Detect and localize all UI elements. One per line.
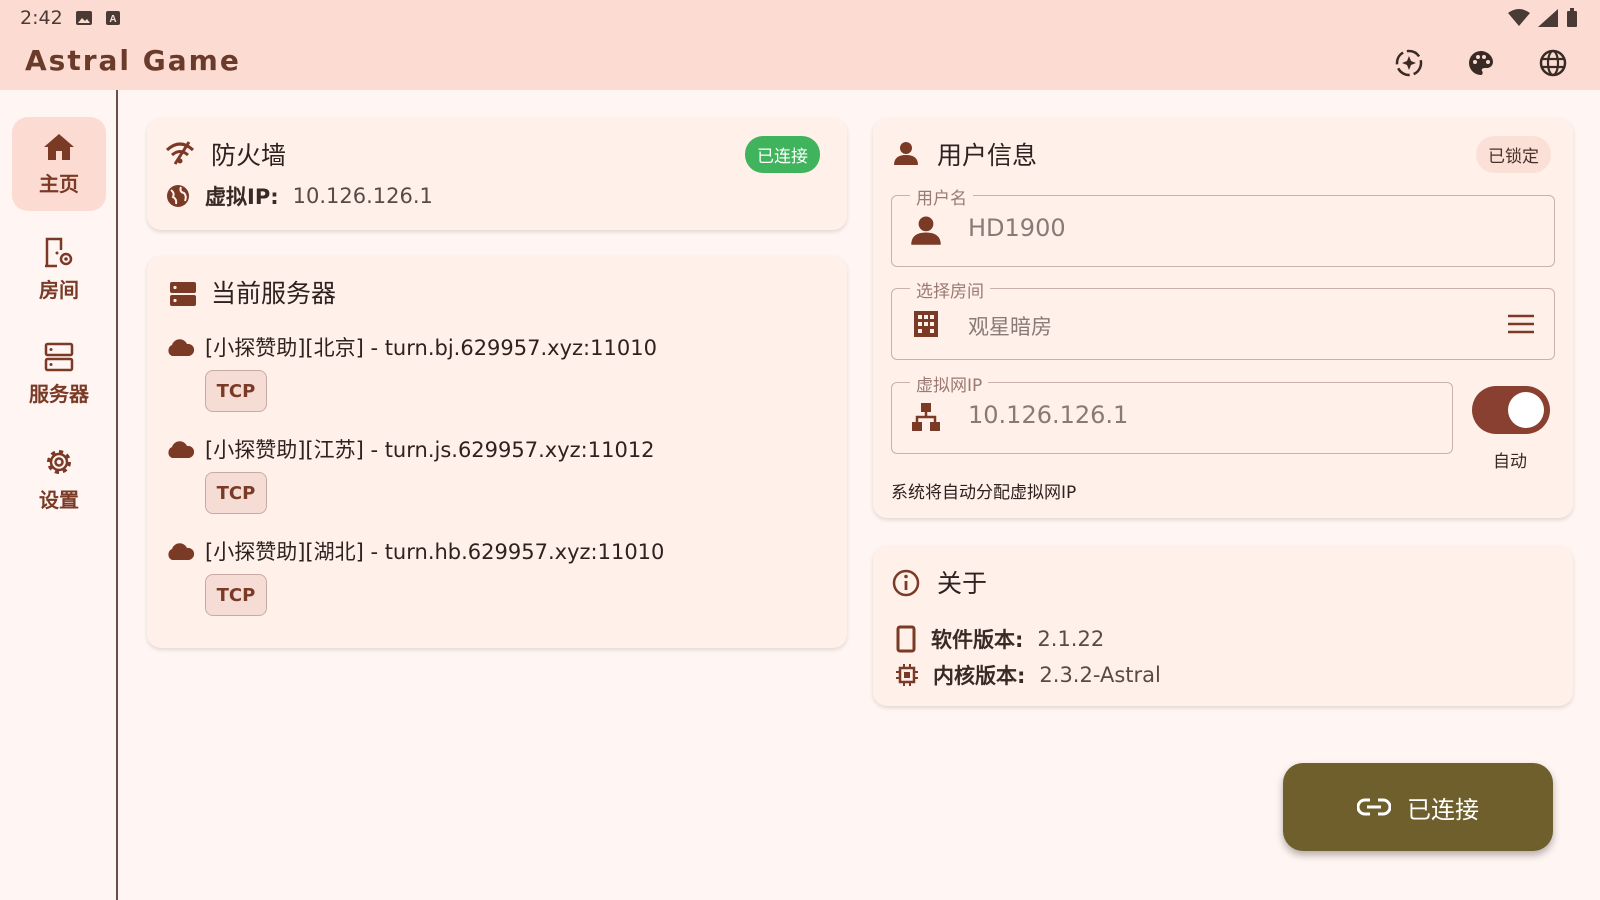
nav-label-settings: 设置: [39, 487, 79, 512]
status-time: 2:42: [20, 7, 63, 29]
magic-icon[interactable]: [1392, 46, 1426, 80]
current-servers-card: 当前服务器 [小探赞助][北京] - turn.bj.629957.xyz:11…: [147, 256, 847, 648]
software-version-row: 软件版本: 2.1.22: [895, 624, 1104, 654]
core-version-row: 内核版本: 2.3.2-Astral: [895, 660, 1161, 690]
auto-ip-hint: 系统将自动分配虚拟网IP: [891, 483, 1077, 503]
battery-icon: [1567, 8, 1577, 27]
cloud-icon: [168, 339, 195, 356]
nav-label-room: 房间: [39, 277, 79, 302]
server-name: [小探赞助][北京] - turn.bj.629957.xyz:11010: [205, 336, 657, 360]
palette-icon[interactable]: [1464, 46, 1498, 80]
phone-icon: [896, 625, 916, 653]
status-bar: 2:42 A: [20, 6, 121, 30]
status-indicators: [1508, 8, 1578, 28]
room-settings-icon: [45, 237, 73, 267]
navigation-rail: 主页 房间 服务器 设置: [0, 90, 118, 900]
virtual-ip-field-value: 10.126.126.1: [968, 401, 1129, 429]
virtual-ip-label: 虚拟IP:: [205, 185, 279, 209]
link-icon: [1357, 798, 1391, 816]
home-icon: [44, 133, 74, 160]
protocol-chip[interactable]: TCP: [205, 574, 267, 616]
nav-label-home: 主页: [39, 171, 79, 196]
server-item: [小探赞助][北京] - turn.bj.629957.xyz:11010: [165, 332, 657, 362]
room-value: 观星暗房: [968, 315, 1052, 339]
cloud-icon: [168, 441, 195, 458]
lock-status-badge: 已锁定: [1476, 136, 1551, 173]
wifi-off-icon: [165, 141, 195, 165]
nav-item-room[interactable]: 房间: [12, 222, 106, 316]
protocol-chip[interactable]: TCP: [205, 370, 267, 412]
app-title: Astral Game: [25, 44, 241, 77]
signal-icon: [1538, 9, 1558, 27]
software-version-value: 2.1.22: [1037, 627, 1105, 651]
firewall-card: 防火墙 已连接 虚拟IP: 10.126.126.1: [147, 118, 847, 230]
virtual-ip-field[interactable]: 虚拟网IP 10.126.126.1: [891, 371, 1453, 454]
building-icon: [914, 311, 938, 337]
gear-icon: [47, 449, 71, 474]
toggle-knob: [1508, 392, 1544, 428]
wifi-icon: [1508, 9, 1530, 26]
nav-label-server: 服务器: [29, 381, 89, 406]
person-icon: [911, 216, 941, 245]
room-label: 选择房间: [910, 277, 990, 302]
globe-small-icon: [167, 185, 189, 207]
svg-text:A: A: [109, 14, 116, 25]
core-version-label: 内核版本:: [933, 664, 1026, 688]
auto-toggle-label: 自动: [1493, 452, 1527, 472]
image-icon: [75, 11, 92, 25]
server-item: [小探赞助][湖北] - turn.hb.629957.xyz:11010: [165, 536, 664, 566]
a-icon: A: [105, 11, 120, 25]
virtual-ip-row: 虚拟IP: 10.126.126.1: [165, 181, 433, 211]
connection-status-badge: 已连接: [745, 136, 820, 173]
info-icon: [892, 569, 920, 597]
connect-button-label: 已连接: [1407, 795, 1479, 824]
person-icon: [894, 142, 918, 165]
globe-icon[interactable]: [1536, 46, 1570, 80]
virtual-ip-field-label: 虚拟网IP: [910, 371, 989, 396]
nav-item-home[interactable]: 主页: [12, 117, 106, 211]
server-icon: [170, 282, 196, 306]
server-item: [小探赞助][江苏] - turn.js.629957.xyz:11012: [165, 434, 655, 464]
nav-item-settings[interactable]: 设置: [12, 432, 106, 526]
virtual-ip-value: 10.126.126.1: [292, 184, 433, 208]
server-name: [小探赞助][江苏] - turn.js.629957.xyz:11012: [205, 438, 655, 462]
room-select-field[interactable]: 选择房间 观星暗房: [891, 277, 1555, 360]
username-label: 用户名: [910, 184, 973, 209]
protocol-chip[interactable]: TCP: [205, 472, 267, 514]
server-icon: [44, 342, 74, 371]
about-card: 关于 软件版本: 2.1.22 内核版本: 2.3.2-Astral: [873, 546, 1573, 706]
firewall-title: 防火墙: [211, 141, 287, 170]
menu-icon[interactable]: [1506, 309, 1536, 339]
nav-item-server[interactable]: 服务器: [12, 327, 106, 421]
username-value: HD1900: [968, 214, 1066, 242]
chip-icon: [896, 664, 918, 686]
core-version-value: 2.3.2-Astral: [1039, 663, 1161, 687]
connect-button[interactable]: 已连接: [1283, 763, 1553, 851]
user-info-title: 用户信息: [937, 141, 1038, 170]
auto-ip-toggle[interactable]: [1472, 386, 1550, 434]
cloud-icon: [168, 543, 195, 560]
servers-title: 当前服务器: [211, 279, 337, 308]
top-actions: [1392, 46, 1570, 80]
server-name: [小探赞助][湖北] - turn.hb.629957.xyz:11010: [205, 540, 665, 564]
software-version-label: 软件版本:: [931, 628, 1024, 652]
app-bar: 2:42 A Astral Game: [0, 0, 1600, 90]
about-title: 关于: [937, 569, 988, 598]
username-field[interactable]: 用户名 HD1900: [891, 184, 1555, 267]
network-icon: [912, 403, 940, 431]
